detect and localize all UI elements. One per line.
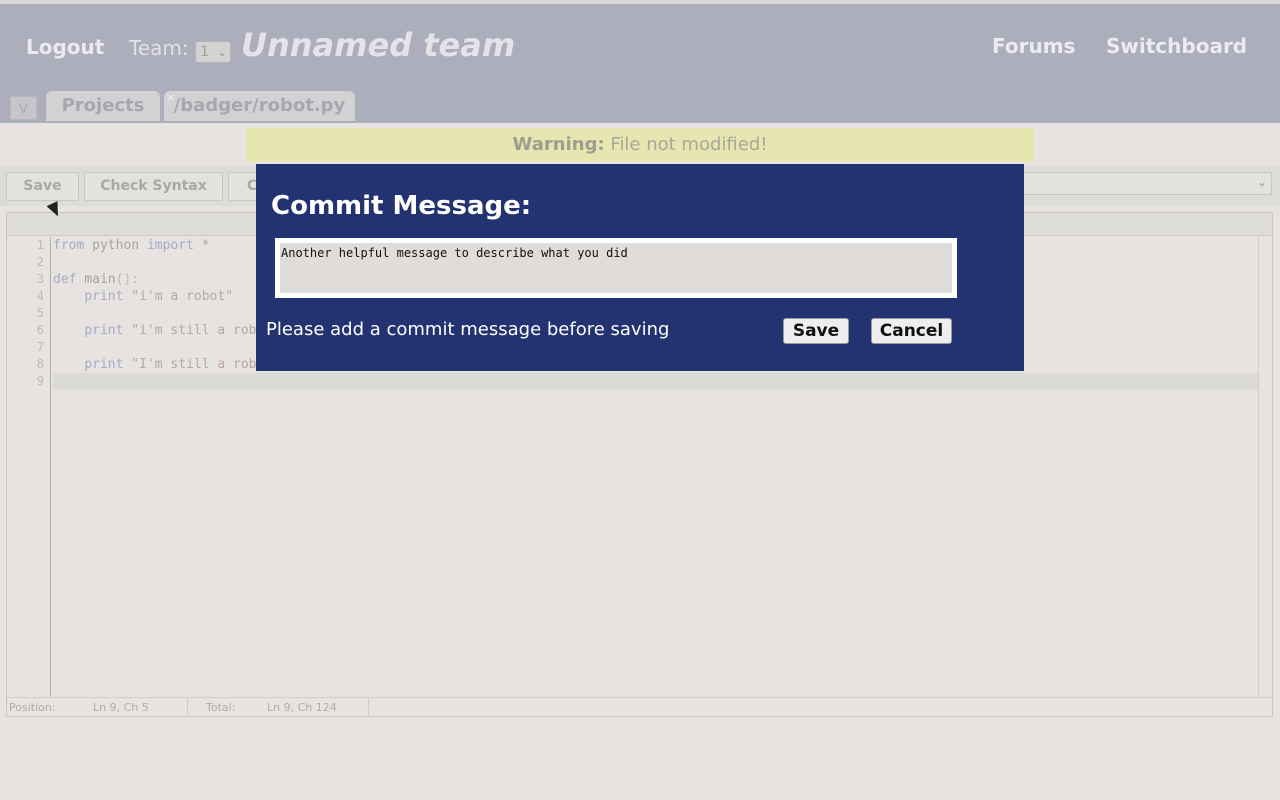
nav-forums-link[interactable]: Forums bbox=[992, 34, 1075, 58]
save-button[interactable]: Save bbox=[783, 318, 849, 344]
code-line: print "i'm a robot" bbox=[84, 289, 234, 304]
line-number: 4 bbox=[36, 289, 44, 303]
line-number: 1 bbox=[36, 238, 44, 252]
status-divider bbox=[368, 698, 369, 717]
line-number: 5 bbox=[36, 306, 44, 320]
total-label: Total: bbox=[206, 701, 236, 714]
status-divider bbox=[187, 698, 188, 717]
line-number-gutter: 1 2 3 4 5 6 7 8 9 bbox=[7, 237, 51, 697]
team-label: Team: bbox=[129, 36, 189, 60]
tab-list-toggle[interactable]: v bbox=[10, 96, 37, 120]
nav-switchboard-link[interactable]: Switchboard bbox=[1106, 34, 1247, 58]
code-line: def main(): bbox=[53, 272, 140, 287]
line-number: 2 bbox=[36, 255, 44, 269]
tab-file-robot[interactable]: /badger/robot.py bbox=[164, 91, 355, 121]
tab-projects[interactable]: Projects bbox=[46, 91, 160, 121]
dialog-hint: Please add a commit message before savin… bbox=[266, 319, 670, 340]
team-select-value: 1 bbox=[200, 44, 209, 60]
position-value: Ln 9, Ch 5 bbox=[93, 701, 149, 714]
cancel-button[interactable]: Cancel bbox=[871, 318, 952, 344]
check-syntax-button[interactable]: Check Syntax bbox=[84, 172, 223, 201]
line-number: 7 bbox=[36, 340, 44, 354]
line-number: 9 bbox=[36, 374, 44, 388]
warning-banner: Warning: File not modified! bbox=[246, 128, 1034, 162]
line-number: 8 bbox=[36, 357, 44, 371]
top-bar: Logout Team: 1 ⌄ Unnamed team Forums Swi… bbox=[0, 0, 1280, 123]
active-line-highlight bbox=[53, 373, 1258, 390]
chevron-down-icon: ⌄ bbox=[1256, 175, 1267, 189]
warning-text: File not modified! bbox=[610, 134, 768, 155]
logout-link[interactable]: Logout bbox=[26, 35, 104, 59]
commit-message-dialog: Commit Message: Another helpful message … bbox=[256, 164, 1024, 371]
position-label: Position: bbox=[9, 701, 56, 714]
chevron-down-icon: ⌄ bbox=[217, 46, 227, 59]
commit-input-frame: Another helpful message to describe what… bbox=[275, 238, 957, 298]
vertical-scrollbar[interactable] bbox=[1258, 237, 1272, 697]
dialog-title: Commit Message: bbox=[271, 191, 532, 221]
code-line: print "i'm still a rob bbox=[84, 323, 257, 338]
total-value: Ln 9, Ch 124 bbox=[267, 701, 337, 714]
code-line: from python import * bbox=[53, 238, 210, 253]
team-name: Unnamed team bbox=[241, 26, 516, 64]
warning-label: Warning: bbox=[512, 134, 605, 155]
line-number: 6 bbox=[36, 323, 44, 337]
toolbar-save-button[interactable]: Save bbox=[6, 172, 79, 201]
team-select[interactable]: 1 ⌄ bbox=[195, 41, 231, 63]
code-line: print "I'm still a rob bbox=[84, 357, 257, 372]
toolbar-select[interactable]: ⌄ bbox=[1020, 172, 1272, 195]
commit-message-input[interactable]: Another helpful message to describe what… bbox=[280, 243, 952, 293]
close-tab-icon[interactable]: × bbox=[166, 91, 175, 104]
editor-status-bar: Position: Ln 9, Ch 5 Total: Ln 9, Ch 124 bbox=[7, 697, 1272, 717]
line-number: 3 bbox=[36, 272, 44, 286]
